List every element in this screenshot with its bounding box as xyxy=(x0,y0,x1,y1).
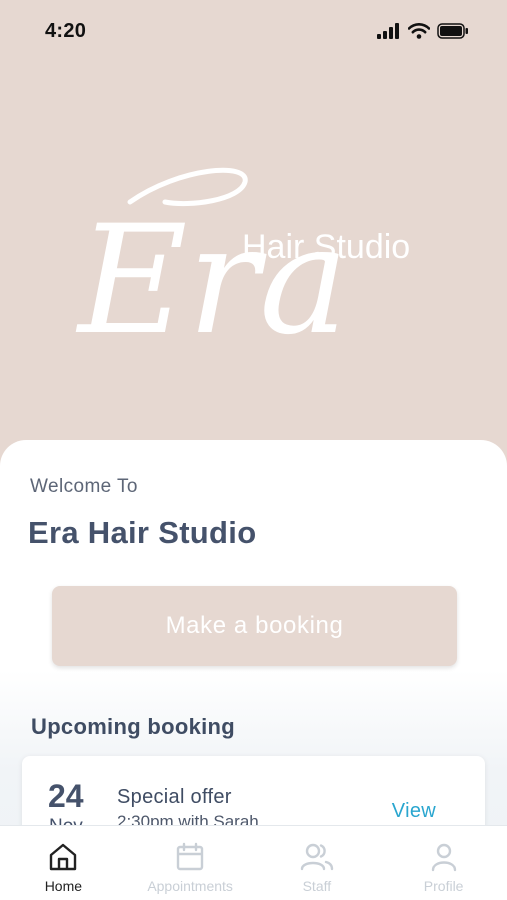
users-icon xyxy=(300,843,334,871)
tab-home[interactable]: Home xyxy=(0,826,127,900)
tab-profile[interactable]: Profile xyxy=(380,826,507,900)
battery-icon xyxy=(437,23,468,39)
view-booking-link[interactable]: View xyxy=(392,800,436,823)
home-icon xyxy=(50,843,77,871)
user-icon xyxy=(431,843,456,872)
calendar-icon xyxy=(176,842,204,871)
svg-text:Hair Studio: Hair Studio xyxy=(242,228,410,266)
tab-staff-label: Staff xyxy=(302,878,332,894)
make-booking-button[interactable]: Make a booking xyxy=(52,586,457,666)
tab-appointments[interactable]: Appointments xyxy=(127,826,254,900)
tab-appointments-label: Appointments xyxy=(147,878,233,894)
wifi-icon xyxy=(408,23,430,39)
era-hair-studio-logo: Era Hair Studio xyxy=(75,167,410,352)
status-icons xyxy=(377,23,469,39)
tab-profile-label: Profile xyxy=(423,878,464,894)
studio-name: Era Hair Studio xyxy=(28,515,257,550)
tab-home-label: Home xyxy=(44,878,83,894)
status-bar: 4:20 xyxy=(0,0,507,62)
cellular-signal-icon xyxy=(377,23,399,39)
status-time: 4:20 xyxy=(45,19,87,42)
booking-day: 24 xyxy=(48,778,84,814)
tab-bar: Home Appointments Staff Profile xyxy=(0,825,507,900)
booking-title: Special offer xyxy=(117,786,232,808)
hero-banner: Era Hair Studio xyxy=(0,62,507,442)
welcome-label: Welcome To xyxy=(30,476,138,497)
upcoming-booking-title: Upcoming booking xyxy=(31,714,236,739)
svg-text:Era: Era xyxy=(75,194,349,352)
tab-staff[interactable]: Staff xyxy=(254,826,381,900)
